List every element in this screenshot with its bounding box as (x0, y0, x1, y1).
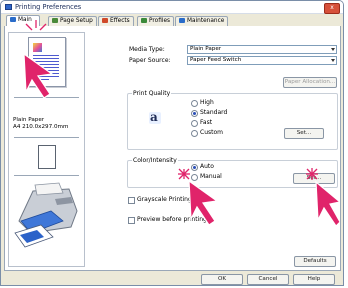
paper-source-label: Paper Source: (129, 57, 171, 64)
media-type-value: Plain Paper (190, 46, 222, 52)
effects-icon (102, 18, 108, 23)
close-button[interactable]: x (324, 3, 340, 14)
grayscale-printing-checkbox[interactable] (128, 197, 135, 204)
pointer-arrow-main-tab (23, 20, 54, 99)
tab-page-setup-label: Page Setup (60, 18, 93, 24)
preview-media-name: Plain Paper (13, 117, 45, 123)
divider (14, 137, 79, 138)
tab-effects[interactable]: Effects (98, 16, 134, 26)
printer-illustration (14, 182, 78, 248)
cancel-button[interactable]: Cancel (247, 274, 289, 285)
pointer-arrow-set (306, 168, 340, 227)
tab-profiles-label: Profiles (149, 18, 171, 24)
quality-set-button[interactable]: Set... (284, 128, 324, 139)
window-title: Printing Preferences (15, 3, 82, 11)
preview-media-info: Plain Paper A4 210.0x297.0mm (13, 117, 68, 131)
tab-maintenance-label: Maintenance (187, 18, 225, 24)
paper-allocation-button[interactable]: Paper Allocation... (283, 77, 337, 88)
quality-high-radio[interactable] (191, 100, 198, 107)
defaults-button[interactable]: Defaults (294, 256, 336, 267)
color-intensity-label: Color/Intensity (132, 157, 178, 164)
quality-high-label: High (200, 99, 214, 106)
tab-effects-label: Effects (110, 18, 130, 24)
help-button[interactable]: Help (293, 274, 335, 285)
tab-maintenance[interactable]: Maintenance (175, 16, 229, 26)
quality-fast-radio[interactable] (191, 120, 198, 127)
chevron-down-icon (331, 59, 335, 62)
quality-fast-label: Fast (200, 119, 213, 126)
preview-paper-size: A4 210.0x297.0mm (13, 124, 69, 130)
quality-custom-radio[interactable] (191, 130, 198, 137)
chevron-down-icon (331, 48, 335, 51)
media-type-select[interactable]: Plain Paper (187, 45, 337, 54)
profiles-icon (141, 18, 147, 23)
print-quality-icon: a (149, 110, 161, 124)
quality-custom-label: Custom (200, 129, 223, 136)
paper-orientation-icon (38, 145, 56, 169)
printer-app-icon (5, 4, 12, 10)
preview-before-printing-checkbox[interactable] (128, 217, 135, 224)
paper-source-value: Paper Feed Switch (190, 57, 242, 63)
media-type-label: Media Type: (129, 46, 165, 53)
quality-standard-radio[interactable] (191, 110, 198, 117)
quality-standard-label: Standard (200, 109, 228, 116)
paper-source-select[interactable]: Paper Feed Switch (187, 56, 337, 65)
divider (14, 175, 79, 176)
tab-profiles[interactable]: Profiles (137, 16, 175, 26)
title-bar: Printing Preferences x (1, 1, 343, 14)
ok-button[interactable]: OK (201, 274, 243, 285)
pointer-arrow-manual (178, 168, 219, 226)
maintenance-icon (179, 18, 185, 23)
print-quality-label: Print Quality (132, 90, 172, 97)
